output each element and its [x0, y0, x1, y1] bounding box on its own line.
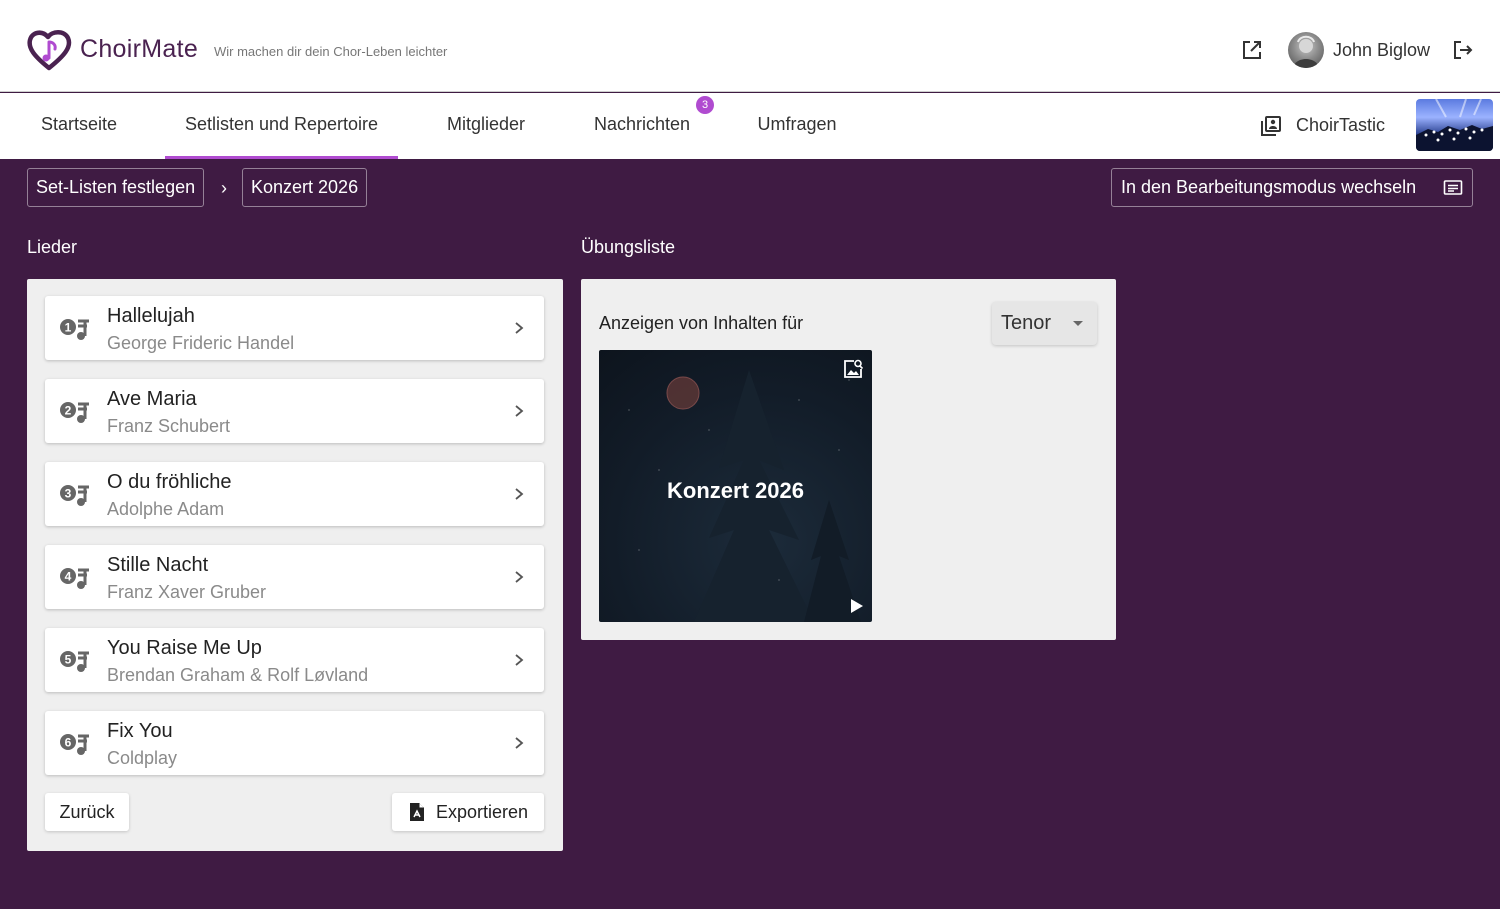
song-number-note-icon: 3: [60, 485, 89, 506]
tab-nachrichten[interactable]: Nachrichten: [574, 93, 710, 159]
song-card[interactable]: 6 Fix You Coldplay: [45, 711, 544, 775]
svg-text:1: 1: [65, 321, 72, 335]
chevron-right-icon: [515, 654, 524, 666]
tab-mitglieder[interactable]: Mitglieder: [427, 93, 545, 159]
songs-section-title: Lieder: [27, 237, 78, 257]
song-number-note-icon: 5: [60, 651, 89, 672]
practice-panel: Anzeigen von Inhalten für Tenor Konzert …: [581, 279, 1116, 640]
song-number-note-icon: 2: [60, 402, 89, 423]
chevron-right-icon: [515, 737, 524, 749]
svg-text:3: 3: [65, 487, 72, 501]
practice-media-tile[interactable]: Konzert 2026: [599, 350, 872, 622]
song-title: O du fröhliche: [107, 471, 232, 493]
user-avatar[interactable]: [1288, 32, 1324, 68]
svg-text:4: 4: [65, 570, 72, 584]
open-external-icon[interactable]: [1241, 39, 1263, 61]
svg-text:2: 2: [65, 404, 72, 418]
chevron-right-icon: [515, 405, 524, 417]
song-card[interactable]: 4 Stille Nacht Franz Xaver Gruber: [45, 545, 544, 609]
chevron-right-icon: [515, 488, 524, 500]
song-card[interactable]: 1 Hallelujah George Frideric Handel: [45, 296, 544, 360]
tab-setlisten-und-repertoire[interactable]: Setlisten und Repertoire: [165, 93, 398, 159]
voice-select-value: Tenor: [1001, 312, 1052, 334]
edit-mode-button[interactable]: In den Bearbeitungsmodus wechseln: [1111, 168, 1473, 207]
app-tagline: Wir machen dir dein Chor-Leben leichter: [214, 44, 448, 59]
content-filter-label: Anzeigen von Inhalten für: [599, 313, 804, 333]
choir-library-icon[interactable]: [1260, 115, 1282, 137]
svg-text:6: 6: [65, 736, 72, 750]
tab-startseite[interactable]: Startseite: [20, 93, 138, 159]
chevron-right-icon: [515, 322, 524, 334]
song-title: Ave Maria: [107, 388, 197, 410]
song-artist: Franz Xaver Gruber: [107, 582, 267, 602]
breadcrumb-current[interactable]: Konzert 2026: [242, 168, 368, 207]
song-title: Hallelujah: [107, 305, 195, 327]
song-artist: Brendan Graham & Rolf Løvland: [107, 665, 369, 685]
breadcrumb-separator: ›: [221, 178, 227, 198]
logout-icon[interactable]: [1452, 39, 1474, 61]
edit-mode-icon: [1443, 180, 1463, 195]
song-card[interactable]: 2 Ave Maria Franz Schubert: [45, 379, 544, 443]
song-artist: Franz Schubert: [107, 416, 231, 436]
song-card[interactable]: 5 You Raise Me Up Brendan Graham & Rolf …: [45, 628, 544, 692]
export-file-icon: [410, 803, 424, 821]
song-title: Stille Nacht: [107, 554, 209, 576]
songs-panel: 1 Hallelujah George Frideric Handel 2 Av…: [27, 279, 563, 851]
song-number-note-icon: 4: [60, 568, 89, 589]
messages-count-badge: 3: [696, 96, 714, 114]
tab-umfragen[interactable]: Umfragen: [740, 93, 854, 159]
choir-image[interactable]: [1416, 99, 1493, 151]
breadcrumb-set-listen[interactable]: Set-Listen festlegen: [27, 168, 205, 207]
edit-mode-label: In den Bearbeitungsmodus wechseln: [1121, 177, 1417, 197]
media-title: Konzert 2026: [667, 478, 804, 503]
back-button[interactable]: Zurück: [45, 793, 129, 831]
choir-name[interactable]: ChoirTastic: [1296, 115, 1385, 136]
top-header: ChoirMate Wir machen dir dein Chor-Leben…: [0, 0, 1500, 92]
song-artist: Adolphe Adam: [107, 499, 225, 519]
caret-down-icon: [1073, 321, 1083, 326]
practice-section-title: Übungsliste: [581, 237, 676, 257]
song-artist: Coldplay: [107, 748, 178, 768]
user-name[interactable]: John Biglow: [1333, 40, 1430, 61]
chevron-right-icon: [515, 571, 524, 583]
song-title: You Raise Me Up: [107, 637, 262, 659]
export-label: Exportieren: [436, 802, 529, 822]
svg-text:5: 5: [65, 653, 72, 667]
song-artist: George Frideric Handel: [107, 333, 295, 353]
image-search-icon[interactable]: [842, 358, 864, 380]
app-name: ChoirMate: [80, 35, 199, 63]
song-card[interactable]: 3 O du fröhliche Adolphe Adam: [45, 462, 544, 526]
voice-select[interactable]: Tenor: [992, 302, 1097, 345]
song-number-note-icon: 1: [60, 319, 89, 340]
song-title: Fix You: [107, 720, 173, 742]
play-icon[interactable]: [848, 598, 864, 614]
export-button[interactable]: Exportieren: [392, 793, 544, 831]
choirmate-logo-icon[interactable]: [26, 28, 72, 72]
song-number-note-icon: 6: [60, 734, 89, 755]
